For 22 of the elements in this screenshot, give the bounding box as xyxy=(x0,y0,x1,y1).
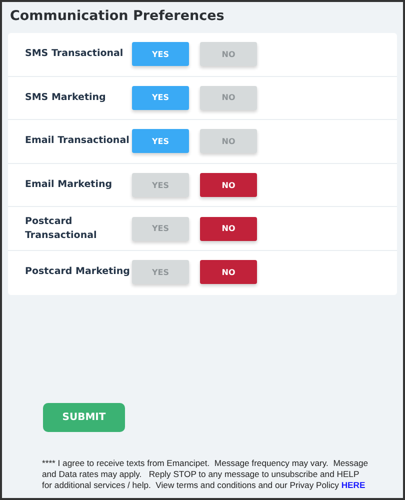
preference-label: Email Marketing xyxy=(25,178,114,192)
disclaimer-text: **** I agree to receive texts from Emancipet. Message frequency may vary. Message and Data rates may apply. Reply STOP to any message to unsubscribe and HELP for additional services / help. View terms and conditions and our Privay Policy HERE xyxy=(42,458,369,491)
submit-button[interactable]: SUBMIT xyxy=(43,402,125,432)
no-button[interactable]: NO xyxy=(200,129,257,154)
yes-button[interactable]: YES xyxy=(132,173,189,198)
yes-button[interactable]: YES xyxy=(132,86,189,110)
yes-button[interactable]: YES xyxy=(132,216,189,241)
preference-label: SMS Transactional xyxy=(25,47,124,62)
yes-button[interactable]: YES xyxy=(132,129,189,154)
preference-label: Postcard Marketing xyxy=(25,265,131,280)
section-title: Communication Preferences xyxy=(10,8,226,24)
privacy-link[interactable]: HERE xyxy=(341,480,366,490)
preference-label: Email Transactional xyxy=(25,134,130,148)
no-button[interactable]: NO xyxy=(200,216,257,241)
preference-label: SMS Marketing xyxy=(25,90,107,105)
no-button[interactable]: NO xyxy=(200,260,257,284)
preference-label: Postcard Transactional xyxy=(25,214,98,243)
no-button[interactable]: NO xyxy=(200,86,257,110)
no-button[interactable]: NO xyxy=(200,173,257,198)
no-button[interactable]: NO xyxy=(200,42,257,66)
yes-button[interactable]: YES xyxy=(132,260,189,284)
yes-button[interactable]: YES xyxy=(132,42,189,66)
